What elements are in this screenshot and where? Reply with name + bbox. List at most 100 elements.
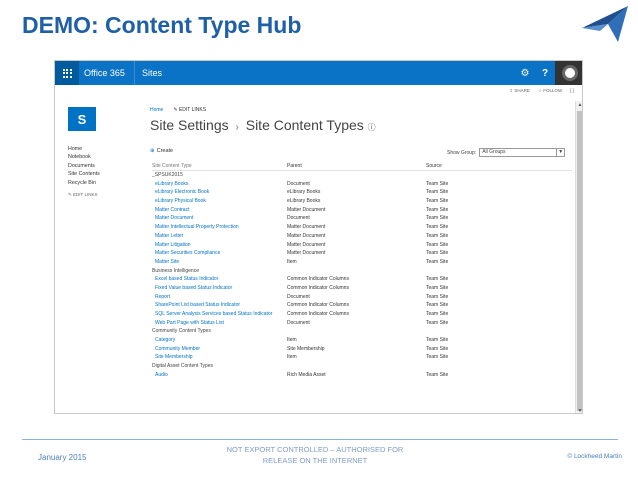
scroll-thumb[interactable]	[577, 111, 582, 411]
content-type-link[interactable]: Matter Litigation	[152, 242, 287, 248]
breadcrumb: Home ✎ EDIT LINKS	[150, 107, 206, 113]
column-header-source[interactable]: Source	[426, 163, 546, 169]
content-type-link[interactable]: Report	[152, 294, 287, 300]
scroll-down-icon[interactable]: ▼	[576, 407, 582, 413]
vertical-scrollbar[interactable]: ▲ ▼	[575, 101, 582, 413]
content-type-link[interactable]: eLibrary Books	[152, 181, 287, 187]
content-type-link[interactable]: Matter Document	[152, 215, 287, 221]
office365-brand[interactable]: Office 365	[84, 68, 125, 78]
nav-item-notebook[interactable]: Notebook	[68, 153, 100, 161]
source-cell: Team Site	[426, 224, 449, 231]
parent-cell: Common Indicator Columns	[287, 311, 349, 318]
lockheed-star-logo	[582, 6, 628, 42]
content-type-link[interactable]: Matter Securities Compliance	[152, 250, 287, 256]
group-header-row: Community Content Types	[152, 327, 572, 336]
source-cell: Team Site	[426, 311, 449, 318]
slide-title: DEMO: Content Type Hub	[22, 12, 302, 38]
nav-item-documents[interactable]: Documents	[68, 162, 100, 170]
suite-sites-link[interactable]: Sites	[142, 68, 162, 78]
group-select[interactable]: All Groups ▼	[479, 148, 566, 157]
parent-cell: eLibrary Books	[287, 198, 321, 205]
edit-links-top[interactable]: ✎ EDIT LINKS	[173, 107, 206, 113]
source-cell: Team Site	[426, 189, 449, 196]
column-header-parent[interactable]: Parent	[287, 163, 426, 169]
sharepoint-screenshot: Office 365 Sites ⚙ ? ⇪ SHARE ☆ FOLLOW [ …	[54, 60, 583, 414]
parent-cell: Common Indicator Columns	[287, 284, 349, 291]
parent-cell: Matter Document	[287, 206, 326, 213]
table-row: Matter Contract Matter Document Team Site	[152, 205, 572, 214]
table-row: Matter Letter Matter Document Team Site	[152, 232, 572, 241]
content-type-link[interactable]: Site Membership	[152, 354, 287, 360]
content-type-link[interactable]: Community Member	[152, 346, 287, 352]
table-row: Matter Litigation Matter Document Team Sit…	[152, 240, 572, 249]
group-header-row: Business Intelligence	[152, 266, 572, 275]
content-type-link[interactable]: Fixed Value based Status Indicator	[152, 285, 287, 291]
group-header-row: Digital Asset Content Types	[152, 362, 572, 371]
scroll-up-icon[interactable]: ▲	[576, 101, 582, 109]
avatar[interactable]	[555, 61, 582, 85]
footer-notice: NOT EXPORT CONTROLLED – AUTHORISED FOR R…	[226, 445, 404, 465]
source-cell: Team Site	[426, 250, 449, 257]
group-name: Digital Asset Content Types	[152, 363, 214, 370]
content-type-link[interactable]: Excel based Status Indicator	[152, 276, 287, 282]
footer-copyright: © Lockheed Martin	[567, 453, 622, 460]
source-cell: Team Site	[426, 241, 449, 248]
content-type-link[interactable]: SharePoint List based Status Indicator	[152, 302, 287, 308]
follow-button[interactable]: ☆ FOLLOW	[538, 88, 562, 94]
table-row: eLibrary Books Document Team Site	[152, 179, 572, 188]
parent-cell: Site Membership	[287, 345, 325, 352]
app-launcher-icon[interactable]	[55, 61, 79, 85]
edit-links-nav[interactable]: ✎ EDIT LINKS	[68, 191, 100, 199]
source-cell: Team Site	[426, 319, 449, 326]
content-type-link[interactable]: Matter Letter	[152, 233, 287, 239]
table-row: Site Membership Item Team Site	[152, 353, 572, 362]
source-cell: Team Site	[426, 258, 449, 265]
share-button[interactable]: ⇪ SHARE	[509, 88, 530, 94]
content-type-link[interactable]: SQL Server Analysis Services based Statu…	[152, 311, 287, 317]
show-group-filter: Show Group: All Groups ▼	[447, 148, 566, 157]
source-cell: Team Site	[426, 215, 449, 222]
table-body: _SPSUK2015 eLibrary Books Document Team Sit…	[152, 171, 572, 380]
source-cell: Team Site	[426, 232, 449, 239]
help-icon[interactable]: ?	[535, 61, 555, 85]
page-title-main[interactable]: Site Settings	[150, 117, 229, 133]
gear-icon[interactable]: ⚙	[515, 61, 535, 85]
content-type-link[interactable]: eLibrary Electronic Book	[152, 189, 287, 195]
page-title: Site Settings › Site Content Types ⓘ	[150, 117, 376, 133]
breadcrumb-home-link[interactable]: Home	[150, 107, 163, 113]
source-cell: Team Site	[426, 371, 449, 378]
info-icon[interactable]: ⓘ	[368, 123, 376, 132]
table-row: Excel based Status Indicator Common Indic…	[152, 275, 572, 284]
group-header-row: _SPSUK2015	[152, 171, 572, 180]
parent-cell: Matter Document	[287, 250, 326, 257]
quick-launch: Home Notebook Documents Site Contents Re…	[68, 145, 100, 199]
parent-cell: Rich Media Asset	[287, 371, 326, 378]
nav-item-site-contents[interactable]: Site Contents	[68, 170, 100, 178]
chevron-down-icon: ▼	[556, 149, 564, 156]
site-logo[interactable]: S	[68, 107, 96, 131]
source-cell: Team Site	[426, 198, 449, 205]
content-type-link[interactable]: eLibrary Physical Book	[152, 198, 287, 204]
nav-item-home[interactable]: Home	[68, 145, 100, 153]
content-type-link[interactable]: Audio	[152, 372, 287, 378]
table-row: Community Member Site Membership Team Site	[152, 344, 572, 353]
source-cell: Team Site	[426, 206, 449, 213]
content-type-link[interactable]: Matter Intellectual Property Protection	[152, 224, 287, 230]
page-title-sub: Site Content Types	[245, 117, 364, 133]
content-type-link[interactable]: Web Part Page with Status List	[152, 320, 287, 326]
content-type-link[interactable]: Category	[152, 337, 287, 343]
content-type-link[interactable]: Matter Site	[152, 259, 287, 265]
parent-cell: Document	[287, 215, 310, 222]
create-button[interactable]: ⊕ Create	[150, 148, 173, 154]
column-header-name[interactable]: Site Content Type	[152, 163, 287, 169]
focus-button[interactable]: [ ]	[570, 88, 574, 94]
group-name: Community Content Types	[152, 328, 211, 335]
group-name: _SPSUK2015	[152, 172, 183, 179]
source-cell: Team Site	[426, 345, 449, 352]
table-row: Matter Intellectual Property Protection M…	[152, 223, 572, 232]
plus-icon: ⊕	[150, 148, 155, 154]
nav-item-recycle-bin[interactable]: Recycle Bin	[68, 179, 100, 187]
parent-cell: Matter Document	[287, 241, 326, 248]
content-type-link[interactable]: Matter Contract	[152, 207, 287, 213]
footer-date: January 2015	[38, 453, 87, 462]
